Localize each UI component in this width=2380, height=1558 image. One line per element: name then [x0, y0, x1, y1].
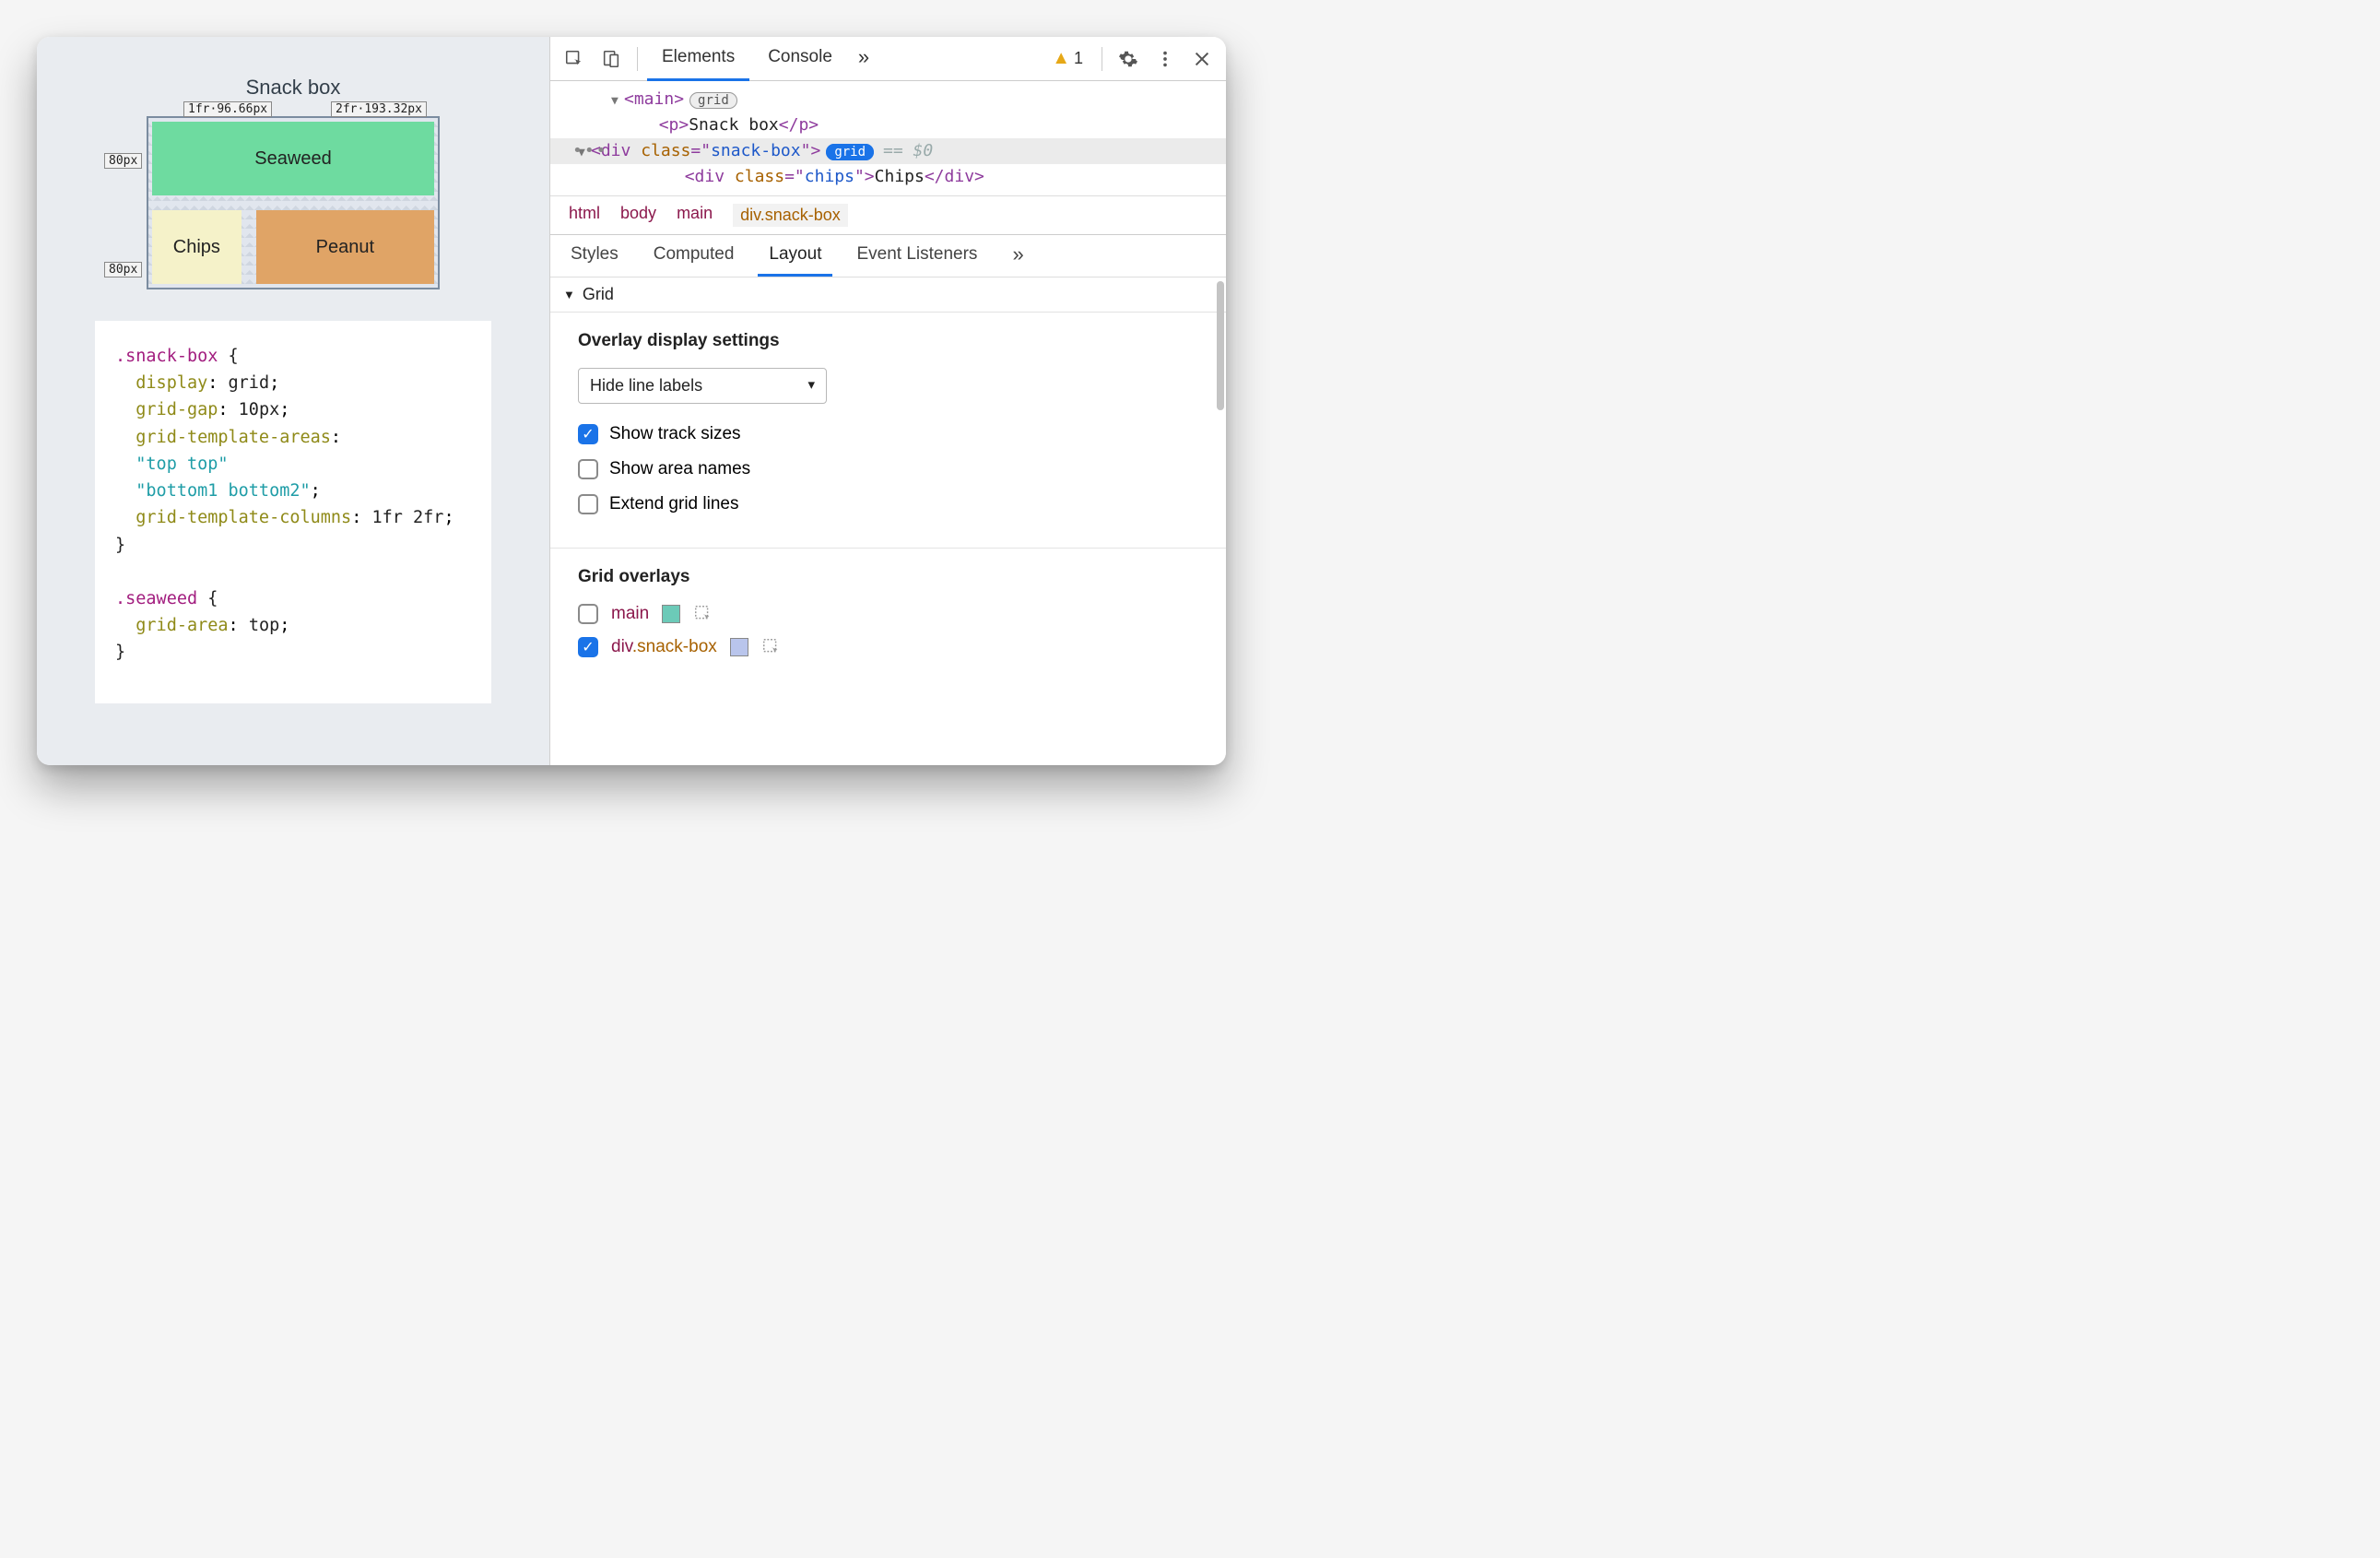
grid-badge-active[interactable]: grid — [826, 144, 874, 160]
track-size-label: 2fr·193.32px — [331, 101, 427, 117]
dom-node-chips[interactable]: <div class="chips">Chips</div> — [611, 164, 1226, 190]
more-subtabs-icon[interactable]: » — [1001, 234, 1034, 277]
grid-section-header[interactable]: ▼ Grid — [550, 277, 1226, 313]
toolbar-separator — [637, 47, 638, 71]
grid-overlay-main[interactable]: main — [578, 604, 1198, 624]
rendered-page-pane: Snack box 1fr·96.66px 2fr·193.32px 80px … — [37, 37, 549, 765]
grid-badge[interactable]: grid — [689, 92, 737, 109]
track-size-label: 80px — [104, 262, 142, 277]
grid-container: Seaweed Chips Peanut — [147, 116, 440, 289]
subtab-styles[interactable]: Styles — [560, 234, 630, 277]
dollar-zero-ref: == $0 — [883, 141, 933, 160]
breadcrumb-item[interactable]: body — [620, 204, 656, 227]
warning-count: 1 — [1074, 49, 1083, 68]
dom-node-snack-box[interactable]: ▼<div class="snack-box">grid== $0 — [550, 138, 1226, 164]
scrollbar-thumb[interactable] — [1217, 281, 1224, 410]
breadcrumb-item[interactable]: html — [569, 204, 600, 227]
kebab-menu-icon[interactable] — [1149, 42, 1182, 76]
line-labels-dropdown[interactable]: Hide line labels — [578, 368, 827, 404]
checkbox-checked-icon[interactable]: ✓ — [578, 424, 598, 444]
breadcrumb-item[interactable]: main — [677, 204, 713, 227]
layout-panel: ▼ Grid Overlay display settings Hide lin… — [550, 277, 1226, 765]
checkbox-icon[interactable] — [578, 459, 598, 479]
color-swatch[interactable] — [730, 638, 748, 656]
track-size-label: 80px — [104, 153, 142, 169]
gear-icon[interactable] — [1112, 42, 1145, 76]
grid-cell-chips: Chips — [152, 210, 242, 284]
grid-overlay-preview: 1fr·96.66px 2fr·193.32px 80px 80px Seawe… — [147, 116, 440, 289]
chevron-down-icon: ▼ — [563, 288, 575, 301]
checkbox-icon[interactable] — [578, 494, 598, 514]
breadcrumb: html body main div.snack-box — [550, 195, 1226, 235]
option-show-area-names[interactable]: Show area names — [578, 459, 1198, 479]
option-extend-grid-lines[interactable]: Extend grid lines — [578, 494, 1198, 514]
overlay-settings-heading: Overlay display settings — [578, 331, 1198, 351]
dom-node-p[interactable]: <p>Snack box</p> — [611, 112, 1226, 138]
styles-subtabs: Styles Computed Layout Event Listeners » — [550, 235, 1226, 277]
reveal-element-icon[interactable] — [693, 604, 713, 624]
warning-icon: ▲ — [1052, 48, 1070, 69]
color-swatch[interactable] — [662, 605, 680, 623]
grid-overlay-snack-box[interactable]: ✓ div.snack-box — [578, 637, 1198, 657]
devtools-window: Snack box 1fr·96.66px 2fr·193.32px 80px … — [37, 37, 1226, 765]
grid-cell-peanut: Peanut — [256, 210, 434, 284]
track-size-label: 1fr·96.66px — [183, 101, 272, 117]
subtab-event-listeners[interactable]: Event Listeners — [845, 234, 988, 277]
css-code-block: .snack-box { display: grid; grid-gap: 10… — [95, 321, 491, 703]
checkbox-icon[interactable] — [578, 604, 598, 624]
dom-node-main[interactable]: ▼<main>grid — [611, 87, 1226, 112]
warnings-badge[interactable]: ▲ 1 — [1052, 48, 1083, 69]
grid-overlays-section: Grid overlays main ✓ div.snack-box — [550, 549, 1226, 689]
checkbox-checked-icon[interactable]: ✓ — [578, 637, 598, 657]
page-title: Snack box — [246, 76, 341, 100]
close-icon[interactable] — [1185, 42, 1219, 76]
tab-elements[interactable]: Elements — [647, 37, 749, 81]
tab-console[interactable]: Console — [753, 37, 847, 81]
reveal-element-icon[interactable] — [761, 637, 782, 657]
subtab-layout[interactable]: Layout — [758, 234, 832, 277]
grid-overlays-heading: Grid overlays — [578, 567, 1198, 587]
more-tabs-icon[interactable]: » — [851, 37, 877, 81]
overlay-display-settings: Overlay display settings Hide line label… — [550, 313, 1226, 549]
dom-tree[interactable]: ▼<main>grid <p>Snack box</p> ▼<div class… — [550, 81, 1226, 195]
grid-cell-seaweed: Seaweed — [152, 122, 434, 195]
inspect-element-icon[interactable] — [558, 42, 591, 76]
device-toggle-icon[interactable] — [595, 42, 628, 76]
option-show-track-sizes[interactable]: ✓ Show track sizes — [578, 424, 1198, 444]
subtab-computed[interactable]: Computed — [642, 234, 746, 277]
devtools-pane: Elements Console » ▲ 1 ▼<main>grid <p>Sn… — [549, 37, 1226, 765]
devtools-toolbar: Elements Console » ▲ 1 — [550, 37, 1226, 81]
breadcrumb-item-active[interactable]: div.snack-box — [733, 204, 848, 227]
